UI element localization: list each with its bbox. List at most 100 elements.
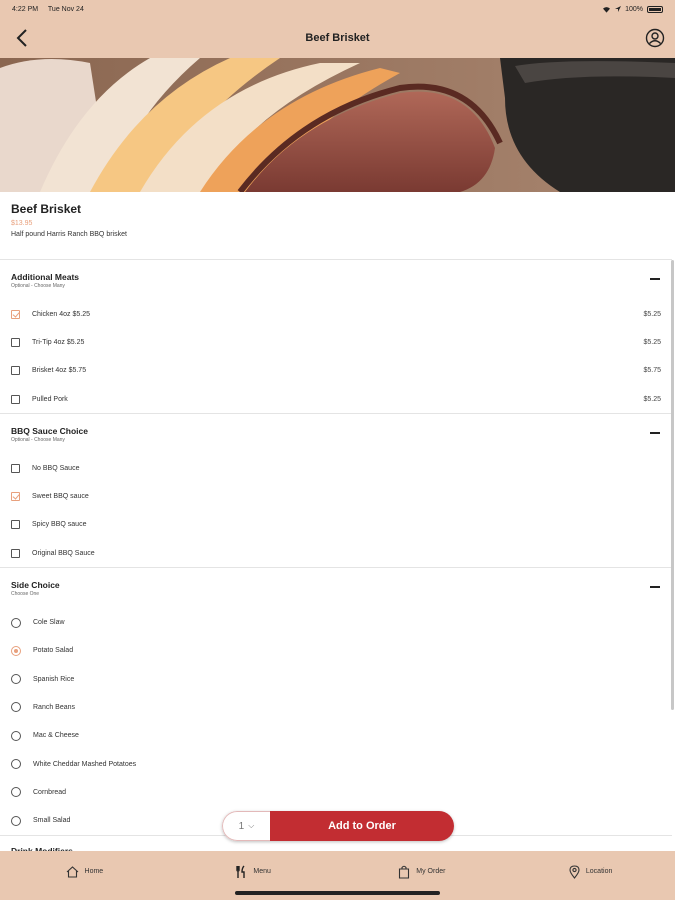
option-brisket[interactable]: Brisket 4oz $5.75 $5.75 [0,357,672,385]
option-label: No BBQ Sauce [32,464,80,472]
scrollbar[interactable] [671,260,674,710]
option-cole-slaw[interactable]: Cole Slaw [0,608,672,636]
tab-bar: Home Menu My Order Location [0,851,675,900]
option-label: Tri-Tip 4oz $5.25 [32,338,85,346]
option-original-bbq-sauce[interactable]: Original BBQ Sauce [0,539,672,567]
option-spanish-rice[interactable]: Spanish Rice [0,665,672,693]
item-header: Beef Brisket $13.95 Half pound Harris Ra… [0,192,672,260]
option-label: Small Salad [33,817,71,825]
option-pulled-pork[interactable]: Pulled Pork $5.25 [0,385,672,413]
checkbox[interactable] [11,492,20,502]
item-detail-scroll[interactable]: Beef Brisket $13.95 Half pound Harris Ra… [0,192,672,851]
tab-label: Home [84,868,104,875]
group-subtitle: Choose One [11,591,40,598]
collapse-icon[interactable] [650,278,660,280]
option-chicken[interactable]: Chicken 4oz $5.25 $5.25 [0,300,672,328]
account-button[interactable] [643,26,667,50]
radio-button[interactable] [11,674,21,685]
option-tri-tip[interactable]: Tri-Tip 4oz $5.25 $5.25 [0,328,672,356]
home-icon [66,865,78,878]
radio-button[interactable] [11,730,21,741]
fork-knife-icon [236,865,246,878]
page-title: Beef Brisket [305,32,370,44]
checkbox[interactable] [11,337,20,347]
group-subtitle: Optional - Choose Many [11,437,65,444]
status-time: 4:22 PM [12,5,39,13]
group-title: BBQ Sauce Choice [11,426,88,437]
shopping-bag-icon [399,865,410,879]
option-cornbread[interactable]: Cornbread [0,778,672,806]
checkbox[interactable] [11,366,20,376]
map-pin-icon [569,864,580,879]
quantity-value: 1 [238,820,245,832]
checkbox[interactable] [11,394,20,404]
group-header[interactable]: BBQ Sauce Choice Optional - Choose Many [0,414,672,454]
option-label: Potato Salad [33,647,74,655]
battery-icon [647,5,663,13]
option-sweet-bbq-sauce[interactable]: Sweet BBQ sauce [0,482,672,510]
option-label: White Cheddar Mashed Potatoes [33,760,137,768]
radio-button[interactable] [11,645,21,656]
user-circle-icon [645,28,665,48]
option-mac-cheese[interactable]: Mac & Cheese [0,722,672,750]
radio-button[interactable] [11,759,21,769]
option-no-bbq-sauce[interactable]: No BBQ Sauce [0,454,672,482]
modifier-group-side-choice: Side Choice Choose One Cole Slaw Potato … [0,568,672,836]
collapse-icon[interactable] [650,432,660,435]
battery-percent: 100% [625,5,643,13]
checkbox[interactable] [11,463,20,473]
option-price: $5.25 [643,310,661,318]
item-photo [0,58,675,192]
item-title: Beef Brisket [11,202,82,216]
radio-button[interactable] [11,815,21,826]
order-bar: 1 ⌵ Add to Order [222,811,454,841]
status-right: 100% [602,5,663,13]
modifier-group-bbq-sauce: BBQ Sauce Choice Optional - Choose Many … [0,414,672,569]
wifi-icon [603,6,611,13]
group-header[interactable]: Additional Meats Optional - Choose Many [0,260,672,300]
option-price: $5.25 [643,338,661,346]
option-label: Pulled Pork [32,395,68,403]
brisket-image [0,58,675,192]
option-potato-salad[interactable]: Potato Salad [0,637,672,665]
status-date: Tue Nov 24 [47,5,84,13]
back-button[interactable] [10,26,34,50]
option-label: Ranch Beans [33,703,76,711]
option-label: Original BBQ Sauce [32,549,95,557]
checkbox[interactable] [11,309,20,319]
option-label: Mac & Cheese [33,732,79,740]
nav-bar: Beef Brisket [0,18,675,58]
option-label: Sweet BBQ sauce [32,493,89,501]
group-header[interactable]: Side Choice Choose One [0,568,672,608]
checkbox[interactable] [11,520,20,530]
item-description: Half pound Harris Ranch BBQ brisket [11,231,127,238]
option-price: $5.25 [643,395,661,403]
status-bar: 4:22 PM Tue Nov 24 100% [0,0,675,18]
radio-button[interactable] [11,787,21,798]
radio-button[interactable] [11,617,21,628]
add-to-order-button[interactable]: Add to Order [270,811,454,841]
tab-label: Location [585,868,613,875]
option-label: Chicken 4oz $5.25 [32,310,90,318]
option-spicy-bbq-sauce[interactable]: Spicy BBQ sauce [0,511,672,539]
checkbox[interactable] [11,548,20,558]
home-indicator[interactable] [235,891,440,895]
option-label: Spicy BBQ sauce [32,521,87,529]
status-left: 4:22 PM Tue Nov 24 [12,6,92,13]
modifier-group-additional-meats: Additional Meats Optional - Choose Many … [0,260,672,415]
option-label: Cornbread [33,788,67,796]
group-subtitle: Optional - Choose Many [11,283,65,289]
option-mashed-potatoes[interactable]: White Cheddar Mashed Potatoes [0,750,672,778]
option-label: Cole Slaw [33,619,65,627]
option-label: Brisket 4oz $5.75 [32,367,87,375]
tab-home[interactable]: Home [0,851,169,900]
option-price: $5.75 [643,367,661,375]
tab-label: My Order [416,868,446,875]
group-title: Additional Meats [11,272,80,282]
option-ranch-beans[interactable]: Ranch Beans [0,693,672,721]
tab-location[interactable]: Location [506,851,675,900]
radio-button[interactable] [11,702,21,713]
item-price: $13.95 [11,220,33,227]
collapse-icon[interactable] [650,586,660,589]
quantity-select[interactable]: 1 ⌵ [222,811,270,841]
